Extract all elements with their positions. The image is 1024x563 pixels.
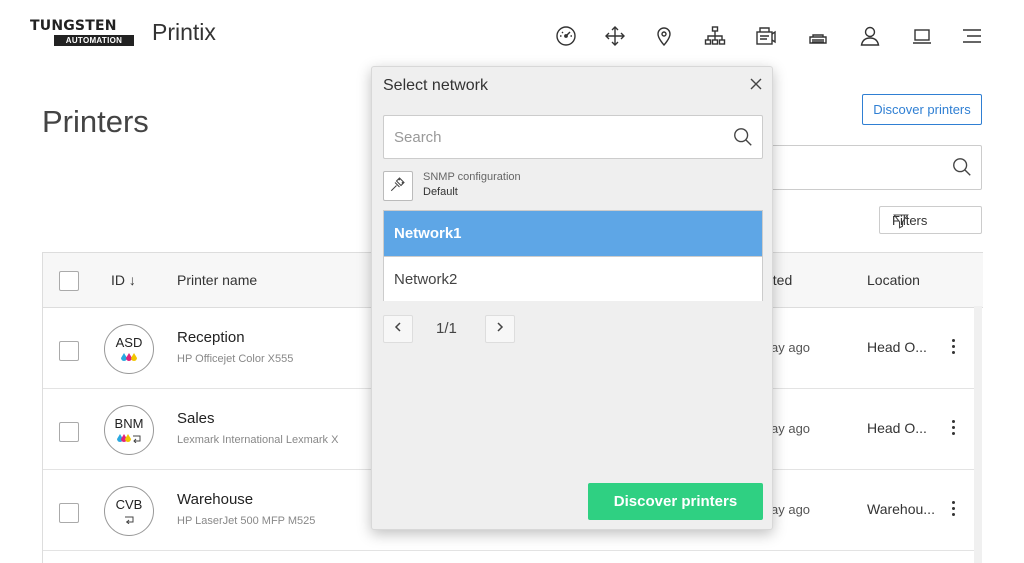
printer-avatar: CVB — [104, 486, 154, 536]
select-all-checkbox[interactable] — [59, 271, 79, 291]
search-icon — [951, 156, 973, 183]
logo-text-bottom: AUTOMATION — [54, 35, 134, 46]
page-indicator: 1/1 — [436, 320, 457, 337]
printer-name[interactable]: Warehouse — [177, 491, 253, 508]
snmp-label: SNMP configuration — [423, 171, 521, 183]
printer-avatar: ASD — [104, 324, 154, 374]
chevron-right-icon — [494, 320, 506, 338]
printer-id: BNM — [114, 416, 144, 431]
plug-icon — [389, 175, 407, 198]
printer-created: ay ago — [771, 502, 811, 517]
printer-id: CVB — [115, 497, 143, 512]
printer-location: Head O... — [867, 339, 927, 355]
filter-funnel-icon — [892, 212, 975, 233]
menu-icon[interactable] — [958, 22, 986, 50]
printer-search-input[interactable] — [760, 145, 982, 190]
network-item-network1[interactable]: Network1 — [384, 211, 762, 256]
duplex-icon — [105, 514, 153, 526]
network-item-network2[interactable]: Network2 — [384, 256, 762, 301]
previous-page-button[interactable] — [383, 315, 413, 343]
network-search-field — [383, 115, 763, 159]
laptop-icon[interactable] — [908, 22, 936, 50]
printer-queue-icon[interactable] — [752, 22, 780, 50]
search-icon[interactable] — [732, 126, 754, 153]
column-id[interactable]: ID ↓ — [111, 272, 136, 288]
location-pin-icon[interactable] — [650, 22, 678, 50]
network-list: Network1 Network2 — [383, 210, 763, 301]
row-checkbox[interactable] — [59, 341, 79, 361]
next-page-button[interactable] — [485, 315, 515, 343]
dialog-discover-printers-button[interactable]: Discover printers — [588, 483, 763, 520]
table-scrollbar[interactable] — [974, 306, 982, 563]
color-ink-duplex-icon — [105, 433, 153, 445]
select-network-dialog: Select network SNMP configuration Defaul… — [371, 66, 773, 530]
column-printer-name[interactable]: Printer name — [177, 272, 257, 288]
row-checkbox[interactable] — [59, 503, 79, 523]
printer-model: HP Officejet Color X555 — [177, 353, 294, 365]
dialog-title: Select network — [383, 77, 488, 94]
filters-button[interactable]: Filters — [879, 206, 982, 234]
row-actions-menu-icon[interactable] — [947, 417, 959, 439]
brand-name: Printix — [152, 19, 216, 45]
row-actions-menu-icon[interactable] — [947, 498, 959, 520]
network-search-input[interactable] — [384, 116, 724, 158]
printer-created: ay ago — [771, 421, 811, 436]
row-checkbox[interactable] — [59, 422, 79, 442]
dashboard-icon[interactable] — [552, 22, 580, 50]
printer-created: ay ago — [771, 340, 811, 355]
logo-text-top: TUNGSTEN — [30, 18, 117, 34]
user-icon[interactable] — [856, 22, 884, 50]
printer-name[interactable]: Reception — [177, 329, 245, 346]
chevron-left-icon — [392, 320, 404, 338]
printer-icon[interactable] — [804, 22, 832, 50]
printer-id: ASD — [115, 335, 143, 350]
printer-name[interactable]: Sales — [177, 410, 215, 427]
printer-avatar: BNM — [104, 405, 154, 455]
app-header: TUNGSTEN AUTOMATION Printix — [0, 0, 1024, 70]
printer-location: Head O... — [867, 420, 927, 436]
close-icon[interactable] — [748, 76, 764, 92]
snmp-value: Default — [423, 186, 458, 198]
printer-model: HP LaserJet 500 MFP M525 — [177, 515, 316, 527]
discover-printers-button[interactable]: Discover printers — [862, 94, 982, 125]
column-location[interactable]: Location — [867, 272, 920, 288]
network-tree-icon[interactable] — [701, 22, 729, 50]
printer-model: Lexmark International Lexmark X — [177, 434, 339, 446]
snmp-configuration-button[interactable] — [383, 171, 413, 201]
color-ink-icon — [105, 352, 153, 364]
printer-location: Warehou... — [867, 501, 935, 517]
page-title: Printers — [42, 104, 149, 139]
row-actions-menu-icon[interactable] — [947, 336, 959, 358]
move-icon[interactable] — [601, 22, 629, 50]
tungsten-logo[interactable]: TUNGSTEN AUTOMATION — [30, 18, 134, 46]
